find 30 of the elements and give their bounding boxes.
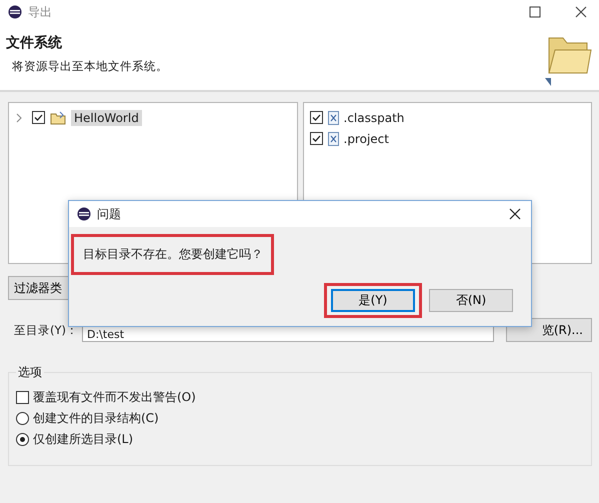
checkbox[interactable] bbox=[32, 111, 45, 124]
app-icon bbox=[77, 207, 91, 221]
page-title: 文件系统 bbox=[6, 34, 63, 52]
checkbox[interactable] bbox=[310, 111, 322, 124]
window-title: 导出 bbox=[28, 4, 52, 20]
radio-button[interactable] bbox=[16, 433, 29, 446]
page-description: 将资源导出至本地文件系统。 bbox=[12, 59, 169, 74]
option-label: 覆盖现有文件而不发出警告(O) bbox=[33, 389, 196, 406]
close-button[interactable] bbox=[509, 208, 521, 220]
radio-button[interactable] bbox=[16, 412, 29, 425]
checkbox[interactable] bbox=[16, 391, 29, 404]
xml-file-icon bbox=[328, 110, 338, 124]
project-folder-icon bbox=[50, 110, 66, 124]
dialog-button[interactable]: 是(Y) bbox=[331, 289, 415, 312]
maximize-button[interactable] bbox=[529, 6, 541, 18]
option-label: 创建文件的目录结构(C) bbox=[33, 410, 159, 427]
dialog-title: 问题 bbox=[97, 206, 121, 222]
tree-item[interactable]: HelloWorld bbox=[71, 110, 142, 126]
dialog-button[interactable]: 否(N) bbox=[429, 289, 513, 312]
close-button[interactable] bbox=[575, 6, 587, 18]
checkbox[interactable] bbox=[310, 132, 322, 145]
group-title: 选项 bbox=[16, 364, 44, 381]
file-item[interactable]: .project bbox=[344, 132, 389, 146]
file-item[interactable]: .classpath bbox=[344, 110, 404, 124]
directory-label: 至目录(Y)： bbox=[14, 322, 78, 338]
option-label: 仅创建所选目录(L) bbox=[33, 431, 134, 448]
xml-file-icon bbox=[328, 132, 338, 146]
expand-icon[interactable] bbox=[15, 112, 23, 122]
dialog-message: 目标目录不存在。您要创建它吗？ bbox=[83, 247, 263, 261]
app-icon bbox=[8, 5, 22, 19]
